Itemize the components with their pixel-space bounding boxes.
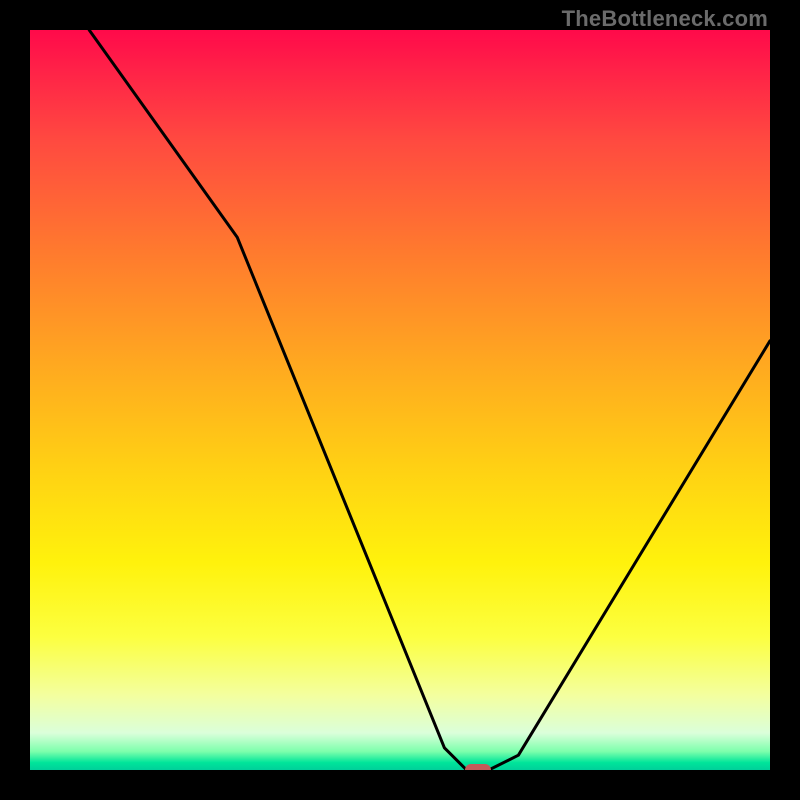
plot-area [30,30,770,770]
watermark-text: TheBottleneck.com [562,6,768,32]
chart-frame: TheBottleneck.com [0,0,800,800]
curve-layer [30,30,770,770]
optimal-point-marker [465,764,491,770]
bottleneck-curve-path [89,30,770,770]
